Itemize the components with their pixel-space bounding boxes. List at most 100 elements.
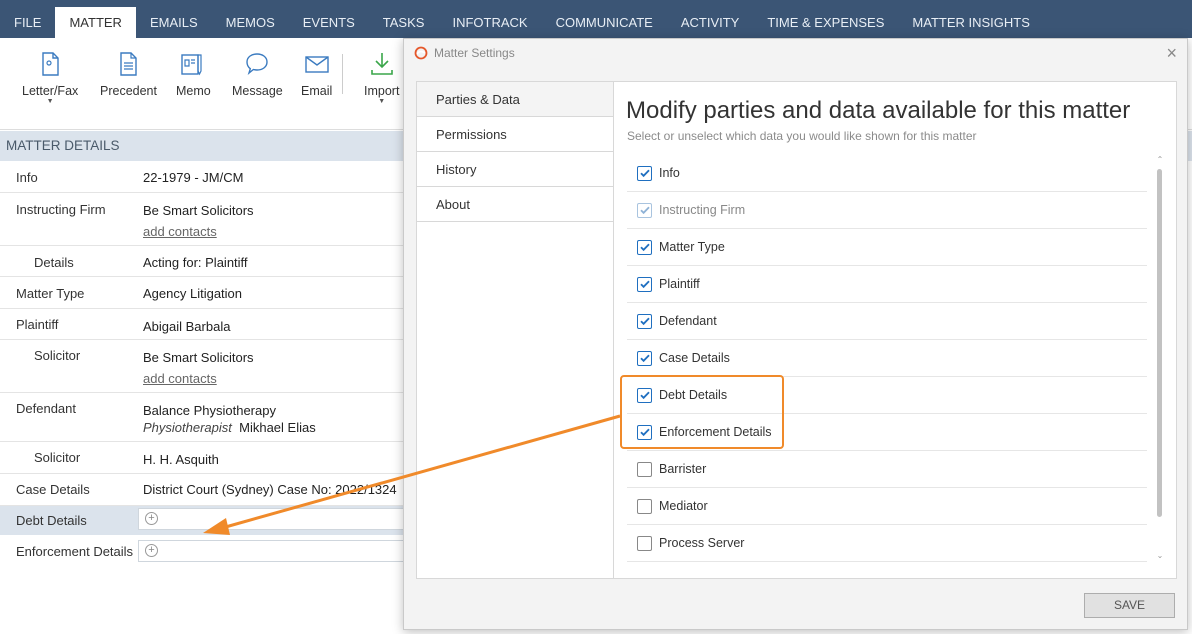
plaintiff-value[interactable]: Abigail Barbala <box>143 319 230 334</box>
enforcement-details-row: Enforcement Details + <box>0 536 410 566</box>
checkbox[interactable] <box>637 165 652 181</box>
settings-sidebar: Parties & Data Permissions History About <box>417 82 614 578</box>
option-label: Instructing Firm <box>659 203 746 217</box>
tab-events[interactable]: EVENTS <box>289 0 369 38</box>
tab-activity[interactable]: ACTIVITY <box>667 0 754 38</box>
message-label: Message <box>232 84 283 98</box>
option-matter-type[interactable]: Matter Type <box>627 229 1147 266</box>
option-label: Case Details <box>659 351 730 365</box>
list-scrollbar[interactable]: ⌃ ⌄ <box>1155 155 1165 565</box>
instructing-firm-value[interactable]: Be Smart Solicitors <box>143 203 254 218</box>
tab-communicate[interactable]: COMMUNICATE <box>542 0 667 38</box>
plaintiff-solicitor-row: Solicitor Be Smart Solicitors add contac… <box>0 340 410 393</box>
defendant-solicitor-row: Solicitor H. H. Asquith <box>0 442 410 474</box>
tab-file[interactable]: FILE <box>0 0 55 38</box>
letter-fax-button[interactable]: Letter/Fax ▼ <box>22 50 78 106</box>
option-case-details[interactable]: Case Details <box>627 340 1147 377</box>
option-defendant[interactable]: Defendant <box>627 303 1147 340</box>
ribbon-separator <box>342 54 343 94</box>
sidebar-item-about[interactable]: About <box>417 187 613 222</box>
case-details-value: District Court (Sydney) Case No: 2022/13… <box>143 482 397 497</box>
sidebar-item-history[interactable]: History <box>417 152 613 187</box>
checkbox[interactable] <box>637 313 652 329</box>
check-icon <box>639 317 650 326</box>
import-label: Import <box>364 84 400 98</box>
sidebar-item-permissions[interactable]: Permissions <box>417 117 613 152</box>
email-label: Email <box>301 84 333 98</box>
tab-memos[interactable]: MEMOS <box>212 0 289 38</box>
defendant-value[interactable]: Balance Physiotherapy <box>143 403 276 418</box>
defendant-person: Mikhael Elias <box>239 420 316 435</box>
letter-icon <box>42 52 59 76</box>
plaintiff-solicitor-value[interactable]: Be Smart Solicitors <box>143 350 254 365</box>
option-mediator[interactable]: Mediator <box>627 488 1147 525</box>
details-label: Details <box>34 255 74 270</box>
close-icon[interactable]: × <box>1166 43 1177 64</box>
checkbox[interactable] <box>637 239 652 255</box>
checkbox[interactable] <box>637 498 652 514</box>
check-icon <box>639 354 650 363</box>
checkbox[interactable] <box>637 461 652 477</box>
option-barrister[interactable]: Barrister <box>627 451 1147 488</box>
highlight-box <box>620 375 784 449</box>
tab-matter-insights[interactable]: MATTER INSIGHTS <box>898 0 1043 38</box>
save-button[interactable]: SAVE <box>1084 593 1175 618</box>
option-info[interactable]: Info <box>627 155 1147 192</box>
scroll-down-icon[interactable]: ⌄ <box>1155 551 1165 560</box>
data-options-list: Info Instructing Firm Matter Type Plaintiff… <box>627 155 1147 562</box>
tab-emails[interactable]: EMAILS <box>136 0 212 38</box>
defendant-solicitor-value[interactable]: H. H. Asquith <box>143 452 219 467</box>
dialog-title-bar: Matter Settings <box>414 46 515 60</box>
tab-matter[interactable]: MATTER <box>55 7 136 38</box>
plaintiff-row: Plaintiff Abigail Barbala <box>0 309 410 340</box>
top-nav: FILE MATTER EMAILS MEMOS EVENTS TASKS IN… <box>0 0 1192 38</box>
option-label: Matter Type <box>659 240 725 254</box>
tab-time-expenses[interactable]: TIME & EXPENSES <box>753 0 898 38</box>
app-logo-icon <box>414 46 428 60</box>
add-contacts-link[interactable]: add contacts <box>143 371 217 386</box>
enforcement-details-add-field[interactable]: + <box>138 540 408 562</box>
enforcement-details-label: Enforcement Details <box>16 544 134 559</box>
add-icon: + <box>145 544 158 557</box>
tab-infotrack[interactable]: INFOTRACK <box>438 0 541 38</box>
instructing-firm-row: Instructing Firm Be Smart Solicitors add… <box>0 193 410 246</box>
memo-icon <box>181 54 202 76</box>
message-button[interactable]: Message <box>232 50 283 98</box>
check-icon <box>639 206 650 215</box>
memo-button[interactable]: Memo <box>176 50 211 98</box>
debt-details-add-field[interactable]: + <box>138 508 408 530</box>
checkbox[interactable] <box>637 535 652 551</box>
precedent-label: Precedent <box>100 84 157 98</box>
plaintiff-label: Plaintiff <box>16 317 59 332</box>
case-details-row: Case Details District Court (Sydney) Cas… <box>0 474 410 506</box>
option-process-server[interactable]: Process Server <box>627 525 1147 562</box>
import-button[interactable]: Import ▼ <box>364 50 399 106</box>
add-contacts-link[interactable]: add contacts <box>143 224 217 239</box>
memo-label: Memo <box>176 84 211 98</box>
case-details-label: Case Details <box>16 482 90 497</box>
dialog-title: Matter Settings <box>434 46 515 60</box>
option-label: Info <box>659 166 680 180</box>
speech-bubble-icon <box>246 53 269 75</box>
envelope-icon <box>304 56 329 73</box>
scroll-up-icon[interactable]: ⌃ <box>1155 155 1165 164</box>
debt-details-label: Debt Details <box>16 513 87 528</box>
letter-fax-label: Letter/Fax <box>22 84 79 98</box>
tab-tasks[interactable]: TASKS <box>369 0 439 38</box>
details-row: Details Acting for: Plaintiff <box>0 246 410 277</box>
scroll-thumb[interactable] <box>1157 169 1162 517</box>
checkbox[interactable] <box>637 350 652 366</box>
sidebar-item-parties-data[interactable]: Parties & Data <box>417 82 613 117</box>
settings-subheading: Select or unselect which data you would … <box>627 129 977 143</box>
solicitor-label: Solicitor <box>34 348 81 363</box>
option-label: Mediator <box>659 499 708 513</box>
defendant-role: Physiotherapist <box>143 420 232 435</box>
defendant-contact: Physiotherapist Mikhael Elias <box>143 420 316 435</box>
precedent-button[interactable]: Precedent <box>100 50 157 98</box>
option-plaintiff[interactable]: Plaintiff <box>627 266 1147 303</box>
email-button[interactable]: Email <box>301 50 332 98</box>
option-label: Plaintiff <box>659 277 700 291</box>
checkbox[interactable] <box>637 276 652 292</box>
option-instructing-firm: Instructing Firm <box>627 192 1147 229</box>
info-value: 22-1979 - JM/CM <box>143 170 244 185</box>
